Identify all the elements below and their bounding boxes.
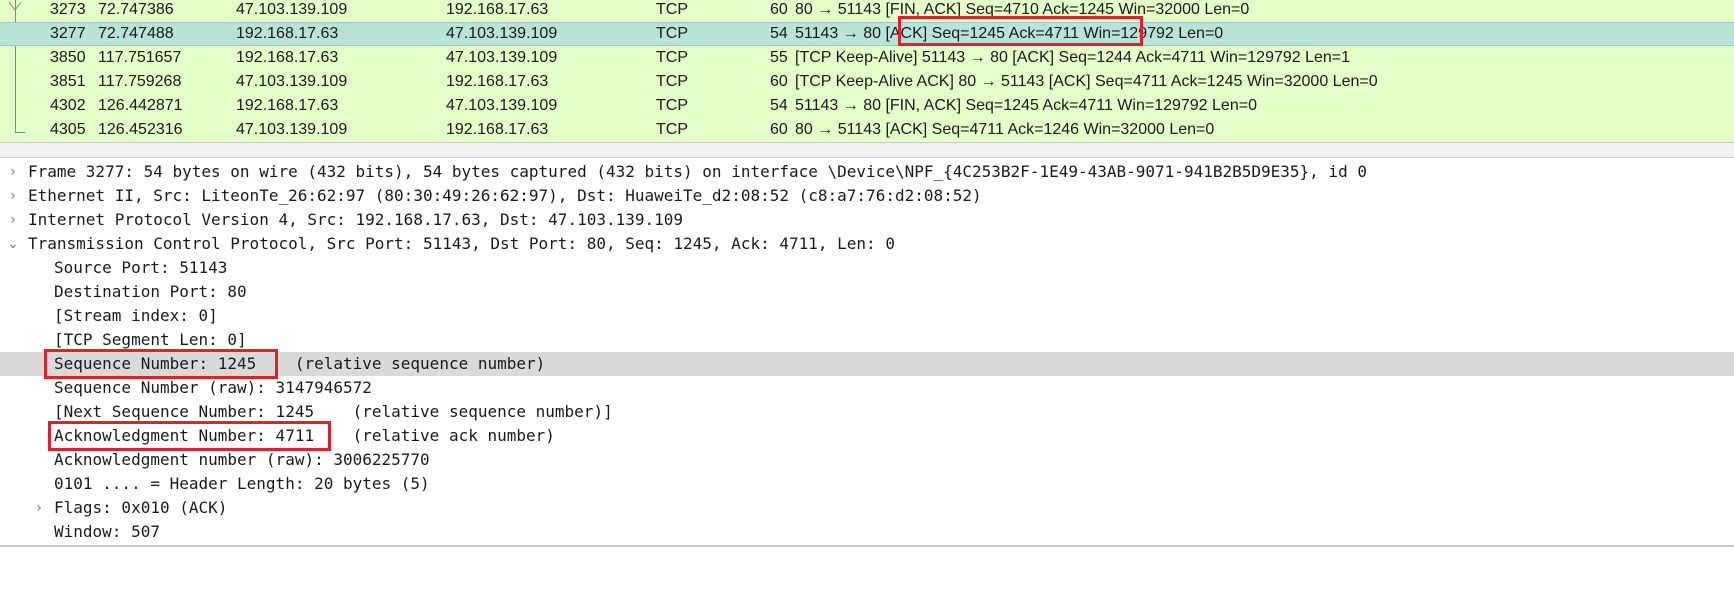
tree-item-ethernet[interactable]: › Ethernet II, Src: LiteonTe_26:62:97 (8… bbox=[0, 184, 1734, 208]
packet-time: 117.759268 bbox=[98, 73, 182, 90]
packet-protocol: TCP bbox=[656, 73, 688, 90]
packet-row[interactable]: 3850 117.751657 192.168.17.63 47.103.139… bbox=[0, 46, 1734, 70]
pane-splitter[interactable] bbox=[0, 142, 1734, 158]
packet-no: 3851 bbox=[50, 73, 86, 90]
expand-arrow-icon[interactable]: › bbox=[6, 184, 20, 208]
packet-protocol: TCP bbox=[656, 25, 688, 42]
tree-item-frame[interactable]: › Frame 3277: 54 bytes on wire (432 bits… bbox=[0, 160, 1734, 184]
packet-info: 80 → 51143 [FIN, ACK] Seq=4710 Ack=1245 … bbox=[795, 1, 1250, 18]
packet-protocol: TCP bbox=[656, 121, 688, 138]
tree-item-label: Flags: 0x010 (ACK) bbox=[54, 498, 228, 517]
tree-item-label: Acknowledgment Number: 4711 (relative ac… bbox=[54, 426, 555, 445]
packet-time: 72.747488 bbox=[98, 25, 174, 42]
packet-row[interactable]: 4305 126.452316 47.103.139.109 192.168.1… bbox=[0, 118, 1734, 142]
packet-protocol: TCP bbox=[656, 97, 688, 114]
tree-item-label: Destination Port: 80 bbox=[54, 282, 247, 301]
tree-item-label: [TCP Segment Len: 0] bbox=[54, 330, 247, 349]
packet-destination: 47.103.139.109 bbox=[446, 49, 558, 66]
tree-item-label: Ethernet II, Src: LiteonTe_26:62:97 (80:… bbox=[28, 186, 982, 205]
tree-item-header-length[interactable]: 0101 .... = Header Length: 20 bytes (5) bbox=[0, 472, 1734, 496]
packet-no: 3273 bbox=[50, 1, 86, 18]
tree-item-label: Frame 3277: 54 bytes on wire (432 bits),… bbox=[28, 162, 1367, 181]
packet-time: 72.747386 bbox=[98, 1, 174, 18]
packet-no: 3277 bbox=[50, 25, 86, 42]
tree-item-label: Acknowledgment number (raw): 3006225770 bbox=[54, 450, 430, 469]
tree-item-label: Window: 507 bbox=[54, 522, 160, 541]
packet-list[interactable]: 3273 72.747386 47.103.139.109 192.168.17… bbox=[0, 0, 1734, 142]
packet-source: 192.168.17.63 bbox=[236, 97, 339, 114]
tree-item-label: Transmission Control Protocol, Src Port:… bbox=[28, 234, 895, 253]
packet-info: [TCP Keep-Alive] 51143 → 80 [ACK] Seq=12… bbox=[795, 49, 1351, 66]
tree-item-label: 0101 .... = Header Length: 20 bytes (5) bbox=[54, 474, 430, 493]
packet-info: 51143 → 80 [FIN, ACK] Seq=1245 Ack=4711 … bbox=[795, 97, 1257, 114]
packet-protocol: TCP bbox=[656, 49, 688, 66]
packet-length: 54 bbox=[770, 25, 788, 42]
packet-length: 60 bbox=[770, 1, 788, 18]
tree-item-window[interactable]: Window: 507 bbox=[0, 520, 1734, 544]
tree-item-source-port[interactable]: Source Port: 51143 bbox=[0, 256, 1734, 280]
tree-item-label: Sequence Number: 1245 (relative sequence… bbox=[54, 354, 546, 373]
packet-no: 3850 bbox=[50, 49, 86, 66]
packet-length: 55 bbox=[770, 49, 788, 66]
tree-item-stream-index[interactable]: [Stream index: 0] bbox=[0, 304, 1734, 328]
expand-arrow-icon[interactable]: › bbox=[6, 208, 20, 232]
tree-item-segment-len[interactable]: [TCP Segment Len: 0] bbox=[0, 328, 1734, 352]
tree-item-label: Source Port: 51143 bbox=[54, 258, 228, 277]
packet-source: 47.103.139.109 bbox=[236, 121, 348, 138]
tree-item-sequence-number-raw[interactable]: Sequence Number (raw): 3147946572 bbox=[0, 376, 1734, 400]
packet-destination: 192.168.17.63 bbox=[446, 73, 549, 90]
tree-item-flags[interactable]: › Flags: 0x010 (ACK) bbox=[0, 496, 1734, 520]
packet-no: 4305 bbox=[50, 121, 86, 138]
packet-no: 4302 bbox=[50, 97, 86, 114]
packet-length: 60 bbox=[770, 121, 788, 138]
packet-info: 51143 → 80 [ACK] Seq=1245 Ack=4711 Win=1… bbox=[795, 25, 1224, 42]
expand-arrow-icon[interactable]: › bbox=[6, 160, 20, 184]
tree-item-acknowledgment-number[interactable]: Acknowledgment Number: 4711 (relative ac… bbox=[0, 424, 1734, 448]
packet-info: 80 → 51143 [ACK] Seq=4711 Ack=1246 Win=3… bbox=[795, 121, 1215, 138]
packet-row[interactable]: 3273 72.747386 47.103.139.109 192.168.17… bbox=[0, 0, 1734, 22]
packet-source: 47.103.139.109 bbox=[236, 73, 348, 90]
packet-length: 54 bbox=[770, 97, 788, 114]
tree-item-next-sequence-number[interactable]: [Next Sequence Number: 1245 (relative se… bbox=[0, 400, 1734, 424]
expand-arrow-icon[interactable]: › bbox=[32, 496, 46, 520]
packet-length: 60 bbox=[770, 73, 788, 90]
packet-info: [TCP Keep-Alive ACK] 80 → 51143 [ACK] Se… bbox=[795, 73, 1378, 90]
packet-protocol: TCP bbox=[656, 1, 688, 18]
tree-item-tcp[interactable]: ⌄ Transmission Control Protocol, Src Por… bbox=[0, 232, 1734, 256]
packet-source: 47.103.139.109 bbox=[236, 1, 348, 18]
tree-item-ipv4[interactable]: › Internet Protocol Version 4, Src: 192.… bbox=[0, 208, 1734, 232]
collapse-arrow-icon[interactable]: ⌄ bbox=[6, 232, 20, 256]
tree-item-label: Internet Protocol Version 4, Src: 192.16… bbox=[28, 210, 684, 229]
tree-item-acknowledgment-number-raw[interactable]: Acknowledgment number (raw): 3006225770 bbox=[0, 448, 1734, 472]
packet-destination: 47.103.139.109 bbox=[446, 97, 558, 114]
packet-destination: 192.168.17.63 bbox=[446, 1, 549, 18]
packet-source: 192.168.17.63 bbox=[236, 25, 339, 42]
packet-row[interactable]: 3851 117.759268 47.103.139.109 192.168.1… bbox=[0, 70, 1734, 94]
packet-row-selected[interactable]: 3277 72.747488 192.168.17.63 47.103.139.… bbox=[0, 22, 1734, 46]
packet-destination: 192.168.17.63 bbox=[446, 121, 549, 138]
tree-item-sequence-number[interactable]: Sequence Number: 1245 (relative sequence… bbox=[0, 352, 1734, 376]
packet-row[interactable]: 4302 126.442871 192.168.17.63 47.103.139… bbox=[0, 94, 1734, 118]
packet-time: 126.452316 bbox=[98, 121, 183, 138]
tree-item-destination-port[interactable]: Destination Port: 80 bbox=[0, 280, 1734, 304]
tree-item-label: Sequence Number (raw): 3147946572 bbox=[54, 378, 372, 397]
packet-details-tree[interactable]: › Frame 3277: 54 bytes on wire (432 bits… bbox=[0, 160, 1734, 547]
packet-time: 117.751657 bbox=[98, 49, 182, 66]
tree-item-label: [Next Sequence Number: 1245 (relative se… bbox=[54, 402, 613, 421]
packet-destination: 47.103.139.109 bbox=[446, 25, 558, 42]
tree-item-label: [Stream index: 0] bbox=[54, 306, 218, 325]
packet-time: 126.442871 bbox=[98, 97, 183, 114]
packet-source: 192.168.17.63 bbox=[236, 49, 339, 66]
